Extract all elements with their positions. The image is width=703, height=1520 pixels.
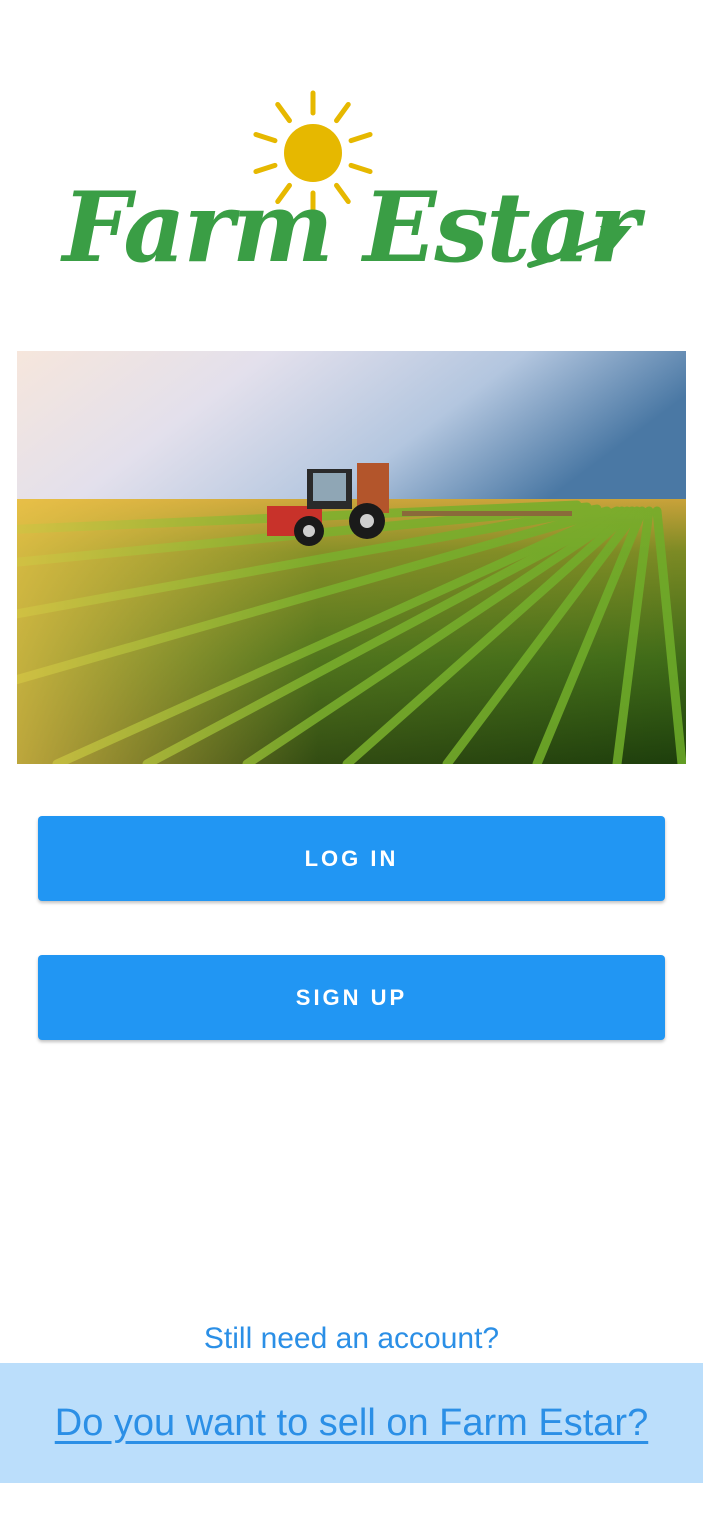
sell-banner: Do you want to sell on Farm Estar? (0, 1363, 703, 1483)
login-button[interactable]: LOG IN (38, 816, 665, 901)
farm-estar-logo: Farm Estar (60, 80, 640, 320)
signup-button[interactable]: SIGN UP (38, 955, 665, 1040)
sell-on-farm-estar-link[interactable]: Do you want to sell on Farm Estar? (55, 1402, 648, 1445)
still-need-account-link[interactable]: Still need an account? (0, 1321, 703, 1357)
tractor-field-image (17, 351, 686, 764)
arrow-icon (527, 226, 632, 268)
